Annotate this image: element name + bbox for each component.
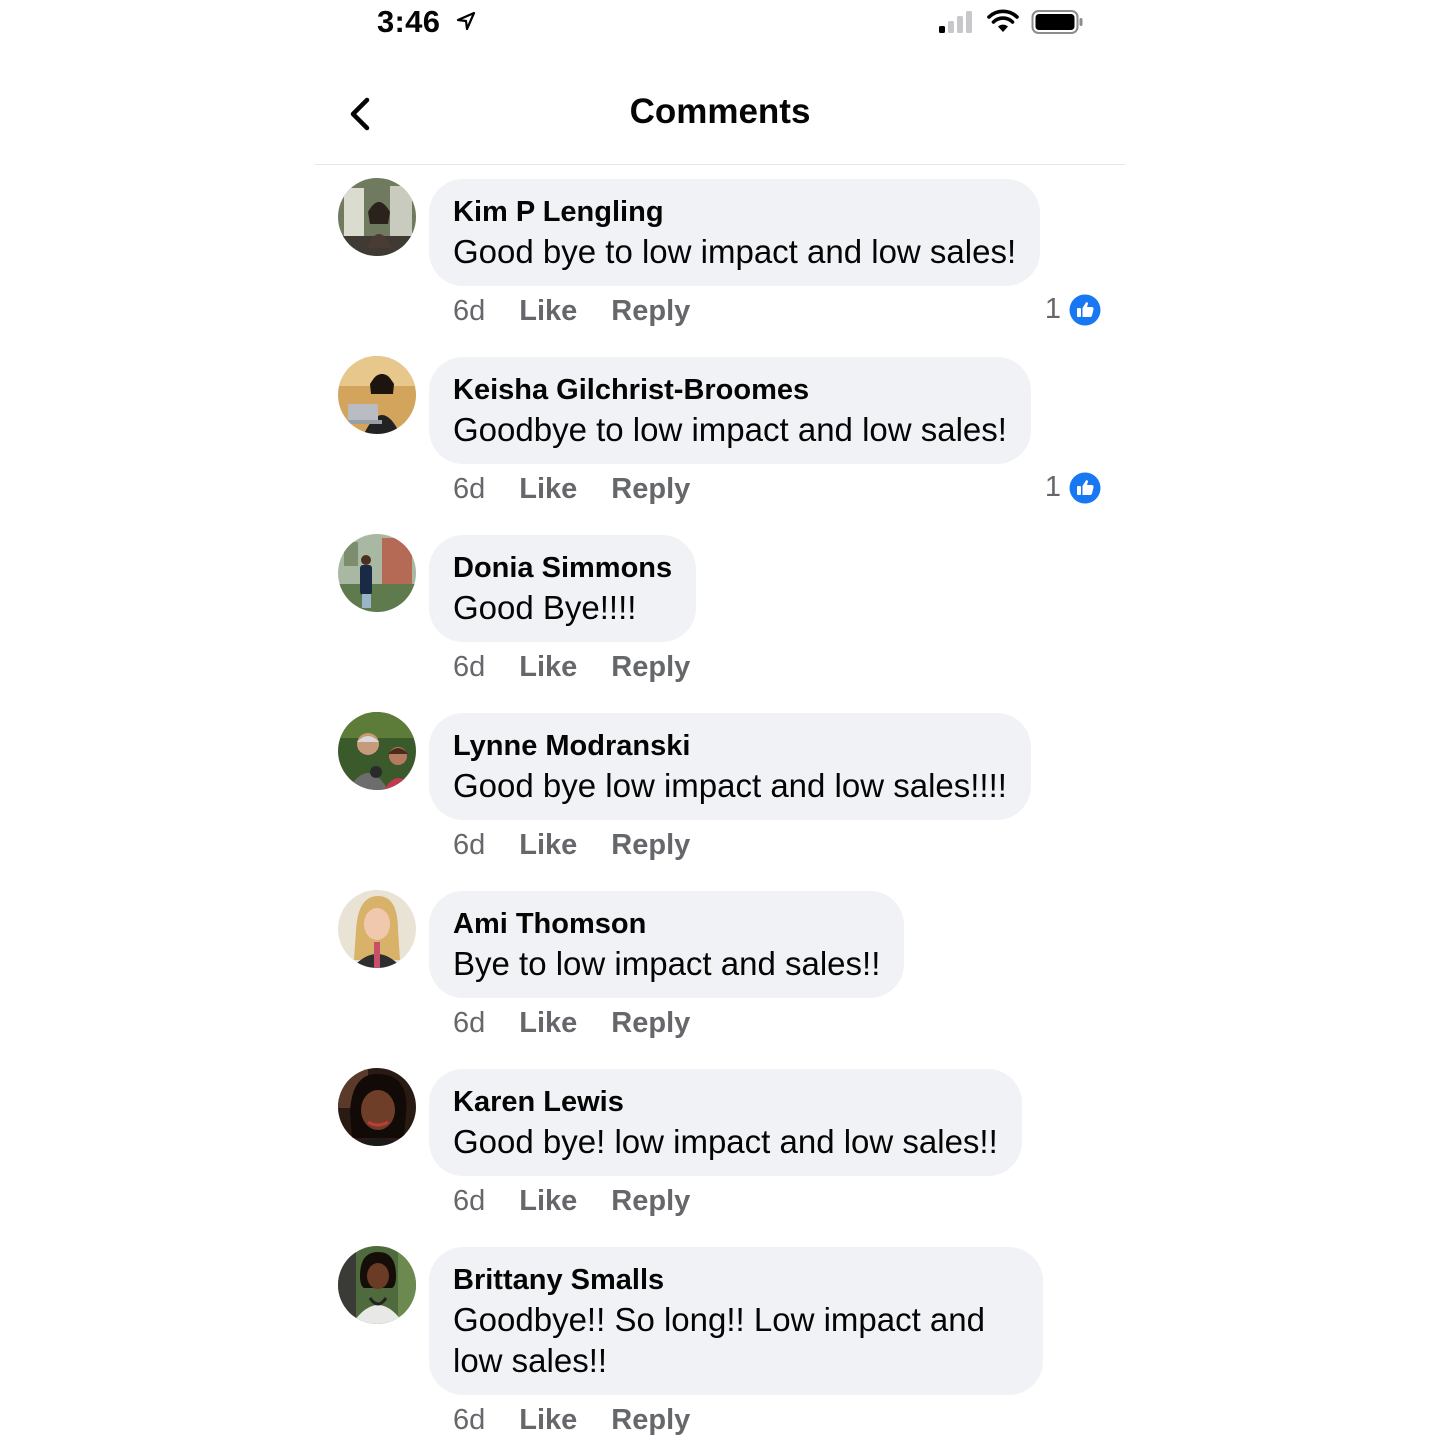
comment-actions: 6d Like Reply <box>453 1006 690 1040</box>
reply-button[interactable]: Reply <box>611 1184 690 1218</box>
nav-bar: Comments <box>315 70 1125 165</box>
comment-text: Good Bye!!!! <box>453 589 637 626</box>
reaction-summary[interactable]: 1 <box>1045 293 1101 326</box>
status-bar: 3:46 <box>315 0 1125 48</box>
comment-actions: 6d Like Reply <box>453 650 690 684</box>
comment-author[interactable]: Brittany Smalls <box>453 1263 1019 1297</box>
cellular-signal-icon <box>939 11 972 33</box>
reply-button[interactable]: Reply <box>611 472 690 506</box>
avatar[interactable] <box>338 712 416 790</box>
battery-icon <box>1031 10 1083 34</box>
comment-text: Goodbye to low impact and low sales! <box>453 411 1007 448</box>
avatar[interactable] <box>338 534 416 612</box>
comment-author[interactable]: Karen Lewis <box>453 1085 998 1119</box>
comment-timestamp: 6d <box>453 1185 486 1217</box>
reply-button[interactable]: Reply <box>611 1006 690 1040</box>
comment-timestamp: 6d <box>453 651 486 683</box>
comment-author[interactable]: Donia Simmons <box>453 551 672 585</box>
like-button[interactable]: Like <box>519 1184 577 1218</box>
comment-author[interactable]: Lynne Modranski <box>453 729 1007 763</box>
comment-author[interactable]: Ami Thomson <box>453 907 880 941</box>
like-button[interactable]: Like <box>519 1403 577 1437</box>
comment-item: Kim P Lengling Good bye to low impact an… <box>315 178 1125 356</box>
reaction-summary[interactable]: 1 <box>1045 471 1101 504</box>
page-title: Comments <box>629 92 811 131</box>
like-button[interactable]: Like <box>519 1006 577 1040</box>
comment-timestamp: 6d <box>453 473 486 505</box>
comment-timestamp: 6d <box>453 829 486 861</box>
comment-bubble: Ami Thomson Bye to low impact and sales!… <box>429 891 905 998</box>
avatar[interactable] <box>338 1246 416 1324</box>
comments-screen: 3:46 Comments Kim P Lengling Good bye to… <box>315 0 1125 1440</box>
comment-bubble: Keisha Gilchrist-Broomes Goodbye to low … <box>429 357 1031 464</box>
comment-bubble: Kim P Lengling Good bye to low impact an… <box>429 179 1041 286</box>
reaction-count: 1 <box>1044 293 1061 325</box>
thumbs-up-icon <box>1069 472 1101 503</box>
like-button[interactable]: Like <box>519 294 577 328</box>
status-time: 3:46 <box>377 4 441 39</box>
reply-button[interactable]: Reply <box>611 650 690 684</box>
avatar[interactable] <box>338 890 416 968</box>
reaction-count: 1 <box>1044 471 1061 503</box>
reply-button[interactable]: Reply <box>611 828 690 862</box>
comment-text: Good bye low impact and low sales!!!! <box>453 767 1007 804</box>
comment-actions: 6d Like Reply <box>453 1403 690 1437</box>
comment-actions: 6d Like Reply <box>453 472 690 506</box>
comment-item: Ami Thomson Bye to low impact and sales!… <box>315 890 1125 1068</box>
comment-bubble: Brittany Smalls Goodbye!! So long!! Low … <box>429 1247 1043 1395</box>
comment-list: Kim P Lengling Good bye to low impact an… <box>315 178 1125 1440</box>
comment-actions: 6d Like Reply <box>453 828 690 862</box>
comment-item: Keisha Gilchrist-Broomes Goodbye to low … <box>315 356 1125 534</box>
comment-bubble: Donia Simmons Good Bye!!!! <box>429 535 697 642</box>
location-arrow-icon <box>456 11 476 31</box>
avatar[interactable] <box>338 356 416 434</box>
comment-author[interactable]: Kim P Lengling <box>453 195 1016 229</box>
like-button[interactable]: Like <box>519 828 577 862</box>
comment-text: Good bye! low impact and low sales!! <box>453 1123 998 1160</box>
comment-timestamp: 6d <box>453 1007 486 1039</box>
comment-actions: 6d Like Reply <box>453 1184 690 1218</box>
comment-timestamp: 6d <box>453 295 486 327</box>
comment-text: Goodbye!! So long!! Low impact and low s… <box>453 1301 985 1379</box>
comment-item: Donia Simmons Good Bye!!!! 6d Like Reply <box>315 534 1125 712</box>
reply-button[interactable]: Reply <box>611 294 690 328</box>
comment-bubble: Lynne Modranski Good bye low impact and … <box>429 713 1031 820</box>
wifi-icon <box>987 9 1019 32</box>
comment-item: Karen Lewis Good bye! low impact and low… <box>315 1068 1125 1246</box>
comment-actions: 6d Like Reply <box>453 294 690 328</box>
thumbs-up-icon <box>1069 294 1101 325</box>
comment-timestamp: 6d <box>453 1404 486 1436</box>
comment-text: Good bye to low impact and low sales! <box>453 233 1017 270</box>
avatar[interactable] <box>338 1068 416 1146</box>
like-button[interactable]: Like <box>519 472 577 506</box>
like-button[interactable]: Like <box>519 650 577 684</box>
avatar[interactable] <box>338 178 416 256</box>
reply-button[interactable]: Reply <box>611 1403 690 1437</box>
comment-text: Bye to low impact and sales!! <box>453 945 881 982</box>
comment-author[interactable]: Keisha Gilchrist-Broomes <box>453 373 1007 407</box>
comment-bubble: Karen Lewis Good bye! low impact and low… <box>429 1069 1022 1176</box>
comment-item: Lynne Modranski Good bye low impact and … <box>315 712 1125 890</box>
comment-item: Brittany Smalls Goodbye!! So long!! Low … <box>315 1246 1125 1440</box>
